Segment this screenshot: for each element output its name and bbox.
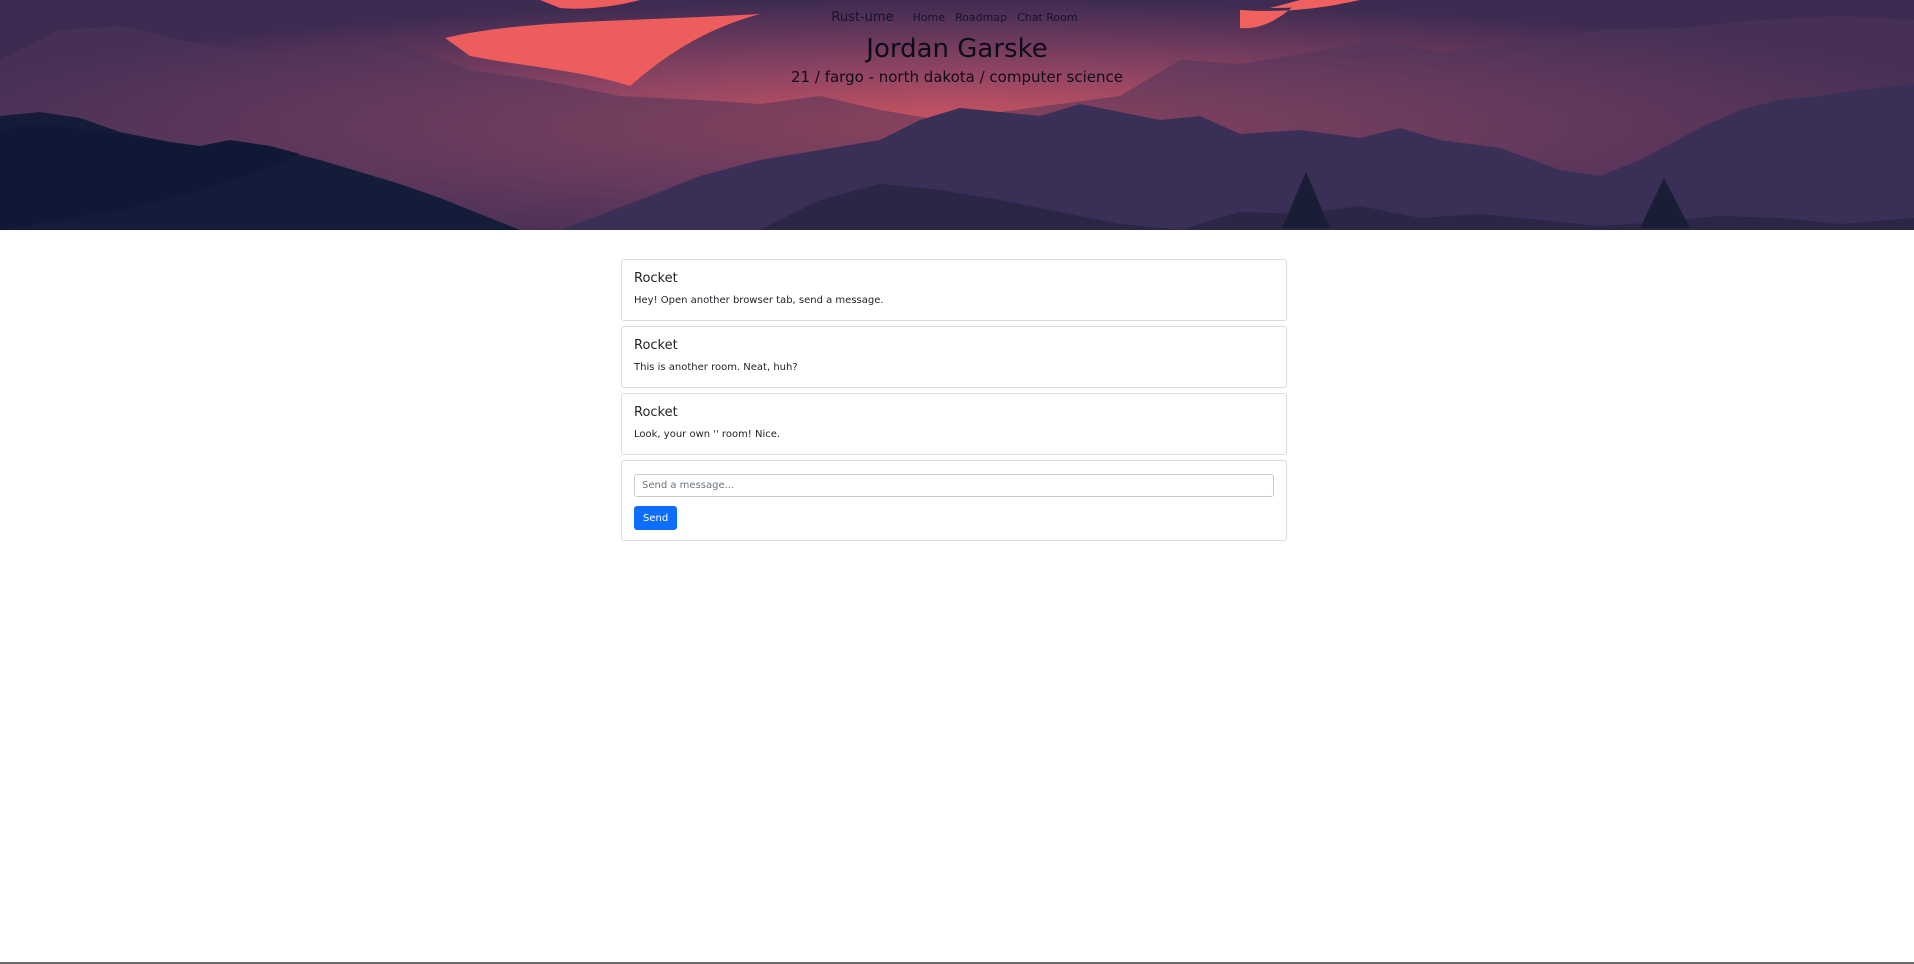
chat-room: Rocket Hey! Open another browser tab, se… [621, 259, 1287, 546]
message-card: Rocket Look, your own '' room! Nice. [621, 393, 1287, 455]
message-card: Rocket This is another room. Neat, huh? [621, 326, 1287, 388]
nav-link-chat-room[interactable]: Chat Room [1017, 11, 1078, 24]
nav-link-roadmap[interactable]: Roadmap [955, 11, 1007, 24]
message-composer: Send [621, 460, 1287, 541]
message-card: Rocket Hey! Open another browser tab, se… [621, 259, 1287, 321]
message-username: Rocket [634, 338, 678, 353]
send-button[interactable]: Send [634, 506, 678, 530]
page-title: Jordan Garske [866, 34, 1048, 64]
hero-banner: Rust-ume Home Roadmap Chat Room Jordan G… [0, 0, 1914, 230]
brand-link[interactable]: Rust-ume [831, 10, 893, 25]
top-navbar: Rust-ume Home Roadmap Chat Room [0, 10, 1914, 25]
page: Rust-ume Home Roadmap Chat Room Jordan G… [0, 0, 1914, 964]
message-text: Look, your own '' room! Nice. [634, 429, 781, 440]
message-input[interactable] [634, 474, 1274, 497]
message-text: This is another room. Neat, huh? [634, 362, 798, 373]
nav-link-home[interactable]: Home [913, 11, 945, 24]
message-username: Rocket [634, 271, 678, 286]
message-username: Rocket [634, 405, 678, 420]
page-subtitle: 21 / fargo - north dakota / computer sci… [791, 68, 1123, 86]
message-text: Hey! Open another browser tab, send a me… [634, 295, 884, 306]
